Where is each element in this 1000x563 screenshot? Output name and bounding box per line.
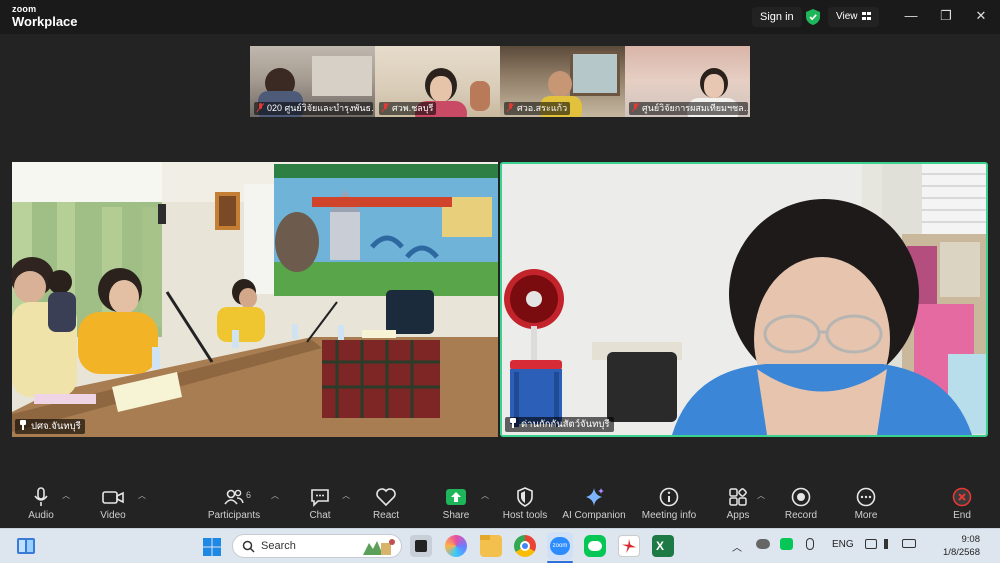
thumbnail-label: ศวอ.สระแก้ว xyxy=(504,102,571,115)
pdf-reader-icon[interactable] xyxy=(618,535,640,557)
participant-thumbnail[interactable]: 020 ศูนย์วิจัยและบำรุงพันธ… xyxy=(250,46,375,117)
participants-button[interactable]: Participants xyxy=(199,478,269,528)
camera-icon xyxy=(102,491,124,504)
host-tools-button[interactable]: Host tools xyxy=(490,478,560,528)
display-icon[interactable] xyxy=(865,539,877,549)
line-icon[interactable] xyxy=(584,535,606,557)
excel-icon[interactable]: X xyxy=(652,535,674,557)
microphone-icon xyxy=(34,487,48,506)
taskbar-clock[interactable]: 9:08 1/8/2568 xyxy=(920,533,980,559)
chat-icon xyxy=(311,489,329,507)
restore-button[interactable]: ❐ xyxy=(938,8,954,24)
zoom-window: zoom Workplace Sign in View — ❐ ✕ 020 ศู… xyxy=(0,0,1000,528)
tile-label: ปศจ.จันทบุรี xyxy=(15,419,85,434)
microphone-tray-icon[interactable] xyxy=(806,538,814,550)
thumbnail-label: 020 ศูนย์วิจัยและบำรุงพันธ… xyxy=(254,102,373,115)
record-button[interactable]: Record xyxy=(766,478,836,528)
search-highlight-icon xyxy=(363,539,395,555)
video-button[interactable]: Video xyxy=(78,478,148,528)
close-button[interactable]: ✕ xyxy=(973,8,989,24)
share-button[interactable]: Share xyxy=(421,478,491,528)
participant-thumbnail[interactable]: ศวอ.สระแก้ว xyxy=(500,46,625,117)
line-tray-icon[interactable] xyxy=(780,538,793,550)
tray-overflow-chevron-icon[interactable]: ︿ xyxy=(732,539,742,554)
widgets-icon[interactable] xyxy=(16,537,36,555)
participant-thumbnail[interactable]: ศวพ.ชลบุรี xyxy=(375,46,500,117)
language-indicator[interactable]: ENG xyxy=(832,539,854,550)
windows-taskbar: Search zoom X ︿ ENG 9:08 1/8/2568 xyxy=(0,528,1000,563)
minimize-button[interactable]: — xyxy=(903,8,919,24)
cloud-icon[interactable] xyxy=(756,539,770,549)
chrome-icon[interactable] xyxy=(514,535,536,557)
mic-muted-icon xyxy=(382,103,389,112)
task-view-icon[interactable] xyxy=(410,535,432,557)
copilot-icon[interactable] xyxy=(445,535,467,557)
view-button[interactable]: View xyxy=(828,7,879,27)
search-label: Search xyxy=(261,540,296,552)
record-icon xyxy=(791,487,811,507)
pin-icon xyxy=(509,418,517,428)
speaker-icon[interactable] xyxy=(884,539,896,549)
shield-icon xyxy=(517,487,533,507)
heart-icon xyxy=(376,488,396,507)
react-button[interactable]: React xyxy=(351,478,421,528)
audio-options-chevron-icon[interactable]: ︿ xyxy=(62,492,70,500)
encryption-shield-icon[interactable] xyxy=(806,9,820,25)
thumbnail-label: ศวพ.ชลบุรี xyxy=(379,102,437,115)
pin-icon xyxy=(19,420,27,430)
sign-in-button[interactable]: Sign in xyxy=(752,7,802,27)
chat-button[interactable]: Chat xyxy=(285,478,355,528)
video-tile[interactable]: ปศจ.จันทบุรี xyxy=(12,162,498,437)
share-options-chevron-icon[interactable]: ︿ xyxy=(481,492,489,500)
battery-icon[interactable] xyxy=(902,539,916,548)
title-bar: zoom Workplace Sign in View — ❐ ✕ xyxy=(0,0,1000,34)
clock-date: 1/8/2568 xyxy=(943,547,980,558)
share-icon xyxy=(446,489,466,505)
mic-muted-icon xyxy=(257,103,264,112)
logo-big: Workplace xyxy=(12,14,78,29)
meeting-room-video xyxy=(12,162,498,437)
meeting-info-button[interactable]: Meeting info xyxy=(634,478,704,528)
ai-companion-button[interactable]: AI Companion xyxy=(559,478,629,528)
thumbnail-label: ศูนย์วิจัยการผสมเทียมฯชล… xyxy=(629,102,748,115)
participant-count: 6 xyxy=(246,490,252,500)
apps-icon xyxy=(729,488,747,506)
zoom-taskbar-icon[interactable]: zoom xyxy=(547,532,573,560)
tile-label: ด่านกักกันสัตว์จันทบุรี xyxy=(505,417,614,432)
file-explorer-icon[interactable] xyxy=(480,535,502,557)
apps-options-chevron-icon[interactable]: ︿ xyxy=(757,492,765,500)
mic-muted-icon xyxy=(507,103,514,112)
view-label: View xyxy=(836,11,858,22)
clock-time: 9:08 xyxy=(961,534,981,545)
search-icon xyxy=(242,540,255,553)
sparkle-icon xyxy=(586,488,604,506)
taskbar-search[interactable]: Search xyxy=(232,534,402,558)
mic-muted-icon xyxy=(632,103,639,112)
end-icon xyxy=(952,487,972,507)
meeting-toolbar: Audio ︿ Video ︿ Participants 6 ︿ Chat ︿ … xyxy=(0,478,1000,528)
more-icon xyxy=(856,487,876,507)
participants-options-chevron-icon[interactable]: ︿ xyxy=(271,492,279,500)
participant-thumbnail[interactable]: ศูนย์วิจัยการผสมเทียมฯชล… xyxy=(625,46,750,117)
logo-small: zoom xyxy=(12,4,37,14)
more-button[interactable]: More xyxy=(831,478,901,528)
video-options-chevron-icon[interactable]: ︿ xyxy=(138,492,146,500)
zoom-logo: zoom Workplace xyxy=(12,4,78,29)
people-icon xyxy=(224,489,244,505)
grid-icon xyxy=(861,12,871,20)
info-icon xyxy=(659,487,679,507)
chat-options-chevron-icon[interactable]: ︿ xyxy=(342,492,350,500)
active-speaker-tile[interactable]: ด่านกักกันสัตว์จันทบุรี xyxy=(500,162,988,437)
active-speaker-video xyxy=(502,164,986,435)
end-meeting-button[interactable]: End xyxy=(927,478,997,528)
apps-button[interactable]: Apps xyxy=(703,478,773,528)
windows-start-icon[interactable] xyxy=(202,537,222,557)
audio-button[interactable]: Audio xyxy=(6,478,76,528)
